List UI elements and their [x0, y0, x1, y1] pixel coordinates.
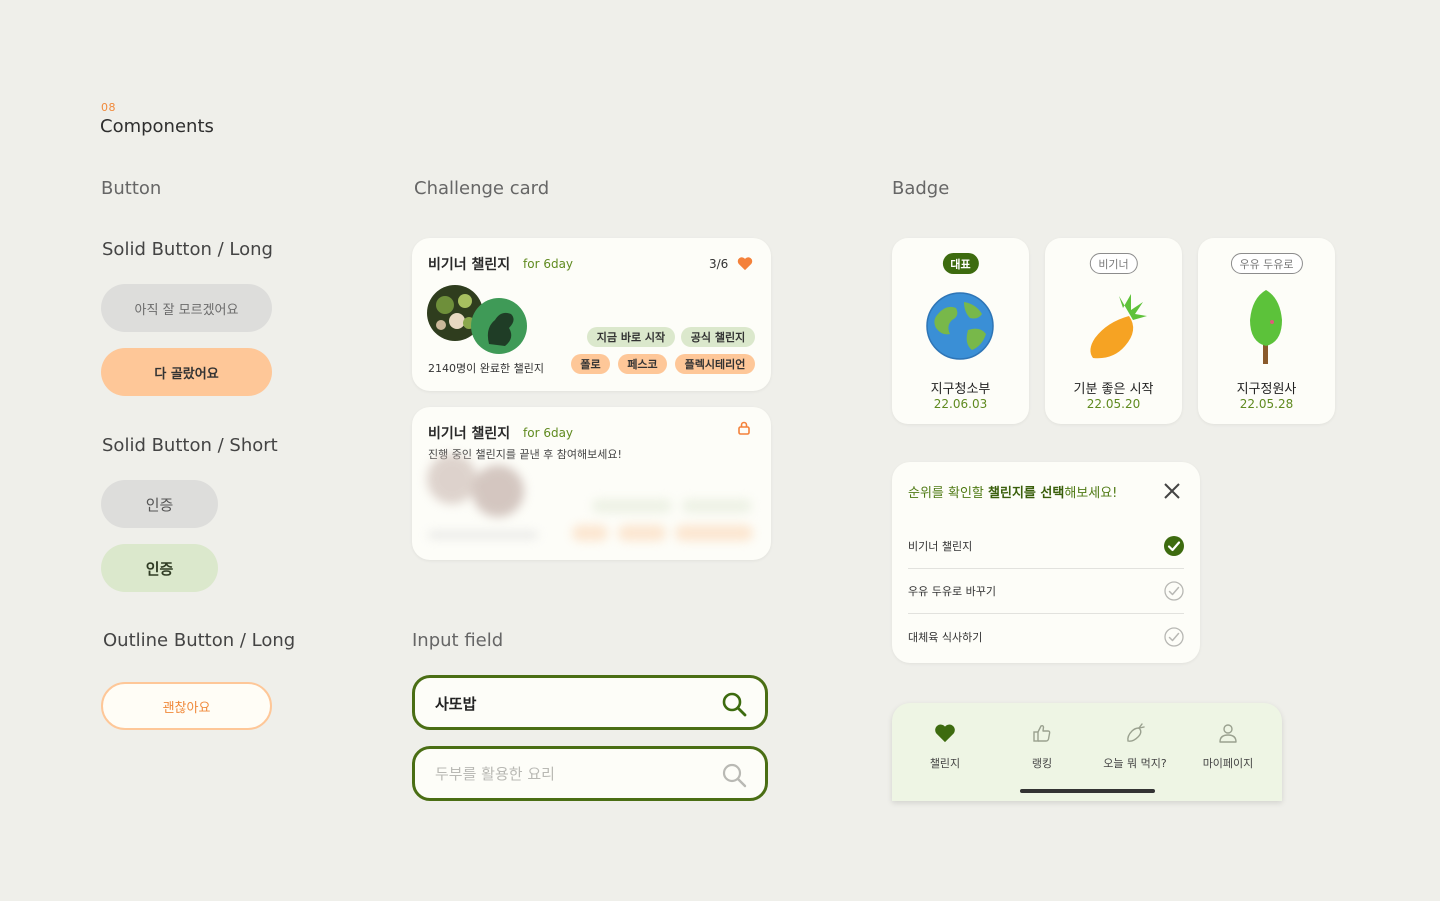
tag-flexitarian: 플렉시테리언	[675, 354, 755, 374]
verify-button-disabled[interactable]: 인증	[101, 480, 218, 528]
option-label: 비기너 챌린지	[908, 540, 973, 553]
search-icon[interactable]	[721, 691, 747, 717]
locked-challenge-card[interactable]: 비기너 챌린지 for 6day 진행 중인 챌린지를 끝낸 후 참여해보세요!	[412, 407, 771, 560]
badge-pill: 비기너	[1089, 253, 1138, 274]
challenge-option[interactable]: 비기너 챌린지	[908, 524, 1184, 569]
tag-start-now: 지금 바로 시작	[587, 327, 675, 347]
nav-item-challenge[interactable]: 챌린지	[905, 723, 985, 771]
nav-item-my-page[interactable]: 마이페이지	[1188, 723, 1268, 771]
tag-pollo: 폴로	[571, 354, 610, 374]
close-icon[interactable]	[1163, 482, 1181, 500]
earth-icon	[926, 292, 994, 360]
badge-card[interactable]: 우유 두유로 지구정원사 22.05.28	[1198, 238, 1335, 424]
nav-label: 랭킹	[1031, 757, 1053, 770]
nav-label: 오늘 뭐 먹지?	[1103, 757, 1167, 770]
search-icon[interactable]	[721, 762, 747, 788]
heart-icon	[935, 724, 955, 743]
option-label: 대체육 식사하기	[908, 630, 983, 644]
button-column-title: Button	[101, 178, 162, 199]
check-circle-outline-icon[interactable]	[1164, 626, 1184, 647]
badge-date: 22.06.03	[933, 397, 988, 411]
search-input[interactable]	[435, 690, 705, 716]
lock-icon	[738, 421, 750, 435]
heart-icon[interactable]	[737, 256, 753, 271]
avatar	[471, 298, 527, 354]
badge-card[interactable]: 대표 지구청소부 22.06.03	[892, 238, 1029, 424]
badge-date: 22.05.28	[1239, 397, 1294, 411]
challenge-duration: for 6day	[523, 426, 574, 440]
challenge-card[interactable]: 비기너 챌린지 for 6day 3/6 2140명이 완료한 챌린지 지금 바…	[412, 238, 771, 391]
solid-short-title: Solid Button / Short	[102, 435, 278, 456]
challenge-title: 비기너 챌린지	[428, 426, 511, 442]
completed-count: 2140명이 완료한 챌린지	[428, 362, 544, 375]
representative-pill: 대표	[942, 253, 979, 274]
check-circle-icon[interactable]	[1164, 536, 1184, 556]
tag-official: 공식 챌린지	[681, 327, 755, 347]
search-field-filled[interactable]	[412, 675, 768, 730]
badge-name: 지구청소부	[930, 382, 991, 397]
select-challenge-modal: 순위를 확인할 챌린지를 선택해보세요! 비기너 챌린지 우유 두유로 바꾸기 …	[892, 462, 1200, 663]
nav-item-ranking[interactable]: 랭킹	[1002, 723, 1082, 771]
nav-item-what-to-eat[interactable]: 오늘 뭐 먹지?	[1095, 723, 1175, 771]
search-input[interactable]	[435, 761, 705, 787]
input-field-column-title: Input field	[412, 630, 504, 651]
done-selecting-button[interactable]: 다 골랐어요	[101, 348, 272, 396]
badge-card[interactable]: 비기너 기분 좋은 시작 22.05.20	[1045, 238, 1182, 424]
tree-icon	[1250, 290, 1282, 364]
unsure-button[interactable]: 아직 잘 모르겠어요	[101, 284, 272, 332]
person-icon	[1219, 724, 1237, 743]
verify-button-active[interactable]: 인증	[101, 544, 218, 592]
badge-date: 22.05.20	[1086, 397, 1141, 411]
badge-name: 기분 좋은 시작	[1073, 382, 1154, 397]
challenge-progress: 3/6	[709, 257, 729, 271]
tag-pesco: 페스코	[618, 354, 667, 374]
nav-label: 마이페이지	[1202, 757, 1254, 770]
search-field-empty[interactable]	[412, 746, 768, 801]
challenge-card-column-title: Challenge card	[414, 178, 550, 199]
outline-long-title: Outline Button / Long	[103, 630, 296, 651]
thumbs-up-icon	[1033, 724, 1051, 742]
challenge-title: 비기너 챌린지	[428, 257, 511, 273]
carrot-outline-icon	[1127, 723, 1145, 742]
section-number: 08	[101, 101, 116, 114]
challenge-option[interactable]: 대체육 식사하기	[908, 614, 1184, 659]
challenge-duration: for 6day	[523, 257, 574, 271]
badge-pill: 우유 두유로	[1230, 253, 1303, 274]
modal-title: 순위를 확인할 챌린지를 선택해보세요!	[908, 486, 1118, 501]
carrot-icon	[1090, 294, 1147, 359]
its-okay-button[interactable]: 괜찮아요	[101, 682, 272, 730]
bottom-navigation: 챌린지 랭킹 오늘 뭐 먹지? 마이페이지	[892, 703, 1282, 801]
section-title: Components	[100, 116, 214, 137]
badge-column-title: Badge	[892, 178, 950, 199]
challenge-option[interactable]: 우유 두유로 바꾸기	[908, 569, 1184, 614]
solid-long-title: Solid Button / Long	[102, 239, 273, 260]
option-label: 우유 두유로 바꾸기	[908, 585, 996, 598]
badge-name: 지구정원사	[1236, 382, 1297, 397]
home-indicator	[1020, 789, 1155, 793]
nav-label: 챌린지	[929, 757, 961, 770]
check-circle-outline-icon[interactable]	[1164, 581, 1184, 601]
